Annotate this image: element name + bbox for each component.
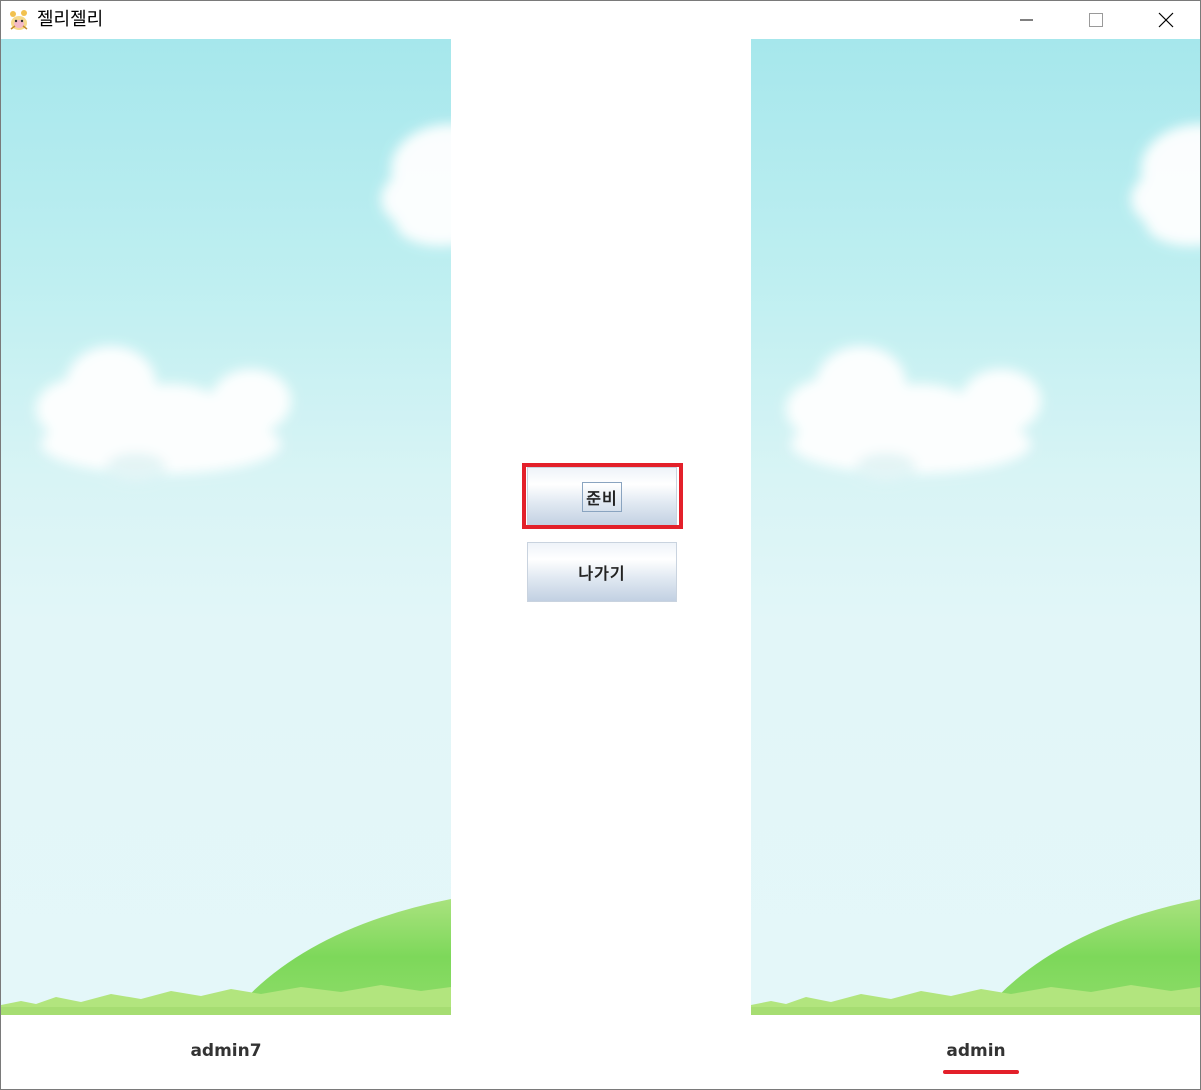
- left-player-name: admin7: [190, 1041, 262, 1061]
- ready-button[interactable]: 준비: [527, 467, 677, 527]
- window-title: 젤리젤리: [37, 9, 104, 30]
- minimize-button[interactable]: [1003, 1, 1049, 39]
- minimize-icon: [1020, 19, 1033, 21]
- jelly-app-icon: [8, 8, 30, 32]
- right-player-scene: [751, 39, 1200, 1015]
- exit-button[interactable]: 나가기: [527, 542, 677, 602]
- left-player-scene: [1, 39, 451, 1015]
- title-bar: 젤리젤리: [1, 1, 1200, 39]
- maximize-icon: [1089, 13, 1103, 27]
- sky-background-image: [751, 124, 1200, 1015]
- right-player-name-underline: [943, 1070, 1019, 1074]
- game-window: 젤리젤리 준비 나가기 admin7 admin: [0, 0, 1201, 1090]
- exit-button-label: 나가기: [578, 564, 626, 583]
- close-icon: [1158, 12, 1174, 28]
- sky-background-image: [1, 124, 451, 1015]
- close-button[interactable]: [1142, 1, 1188, 39]
- maximize-button[interactable]: [1072, 1, 1118, 39]
- right-player-name: admin: [946, 1041, 1006, 1061]
- ready-button-label: 준비: [582, 482, 622, 512]
